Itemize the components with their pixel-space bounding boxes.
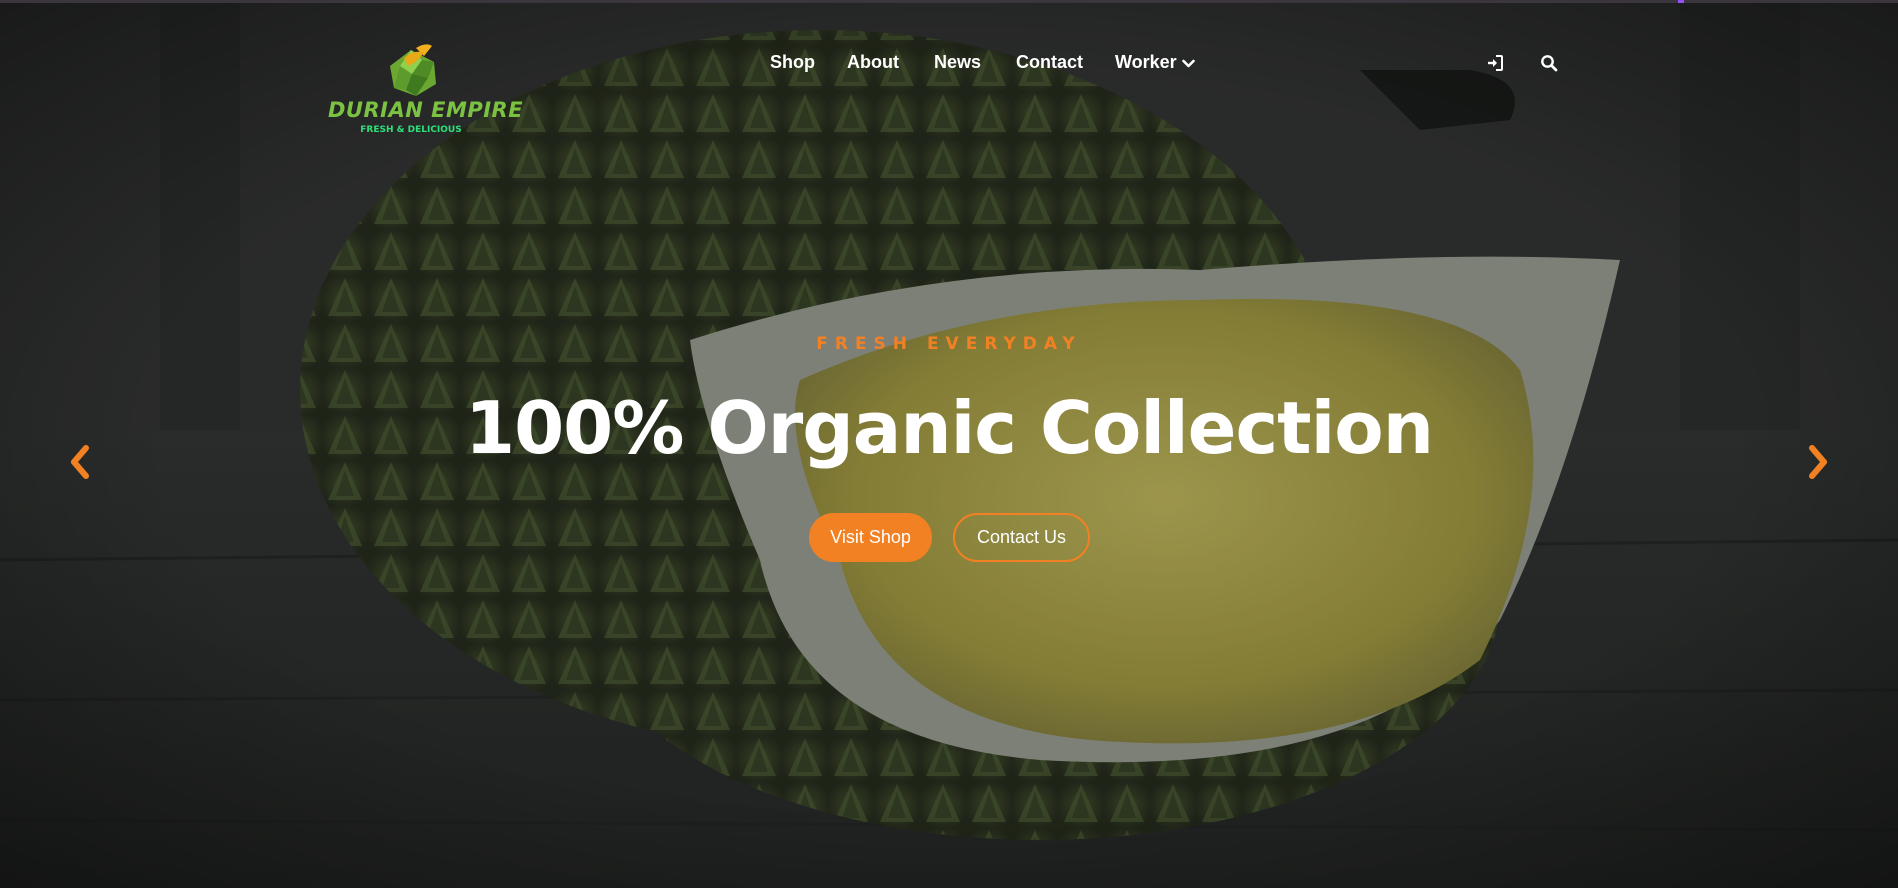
nav-shop[interactable]: Shop [770,52,815,73]
nav-worker-label: Worker [1115,52,1177,72]
top-border [0,0,1898,3]
nav-worker-dropdown[interactable]: Worker [1115,52,1195,74]
logo-tagline: FRESH & DELICIOUS [360,125,462,135]
hero-subtitle: FRESH EVERYDAY [816,334,1082,354]
search-icon[interactable] [1540,54,1558,72]
durian-logo-icon [390,44,436,96]
visit-shop-button[interactable]: Visit Shop [809,513,932,562]
nav-news[interactable]: News [934,52,981,73]
chevron-left-icon[interactable] [68,444,92,480]
chevron-right-icon[interactable] [1806,444,1830,480]
contact-us-button[interactable]: Contact Us [953,513,1090,562]
top-border-accent [1678,0,1684,3]
nav-about[interactable]: About [847,52,899,73]
site-logo[interactable]: DURIAN EMPIRE FRESH & DELICIOUS [326,40,524,140]
chevron-down-icon [1181,53,1195,74]
nav-contact[interactable]: Contact [1016,52,1083,73]
sign-in-icon[interactable] [1486,54,1504,72]
hero-title: 100% Organic Collection [464,386,1434,470]
logo-wordmark: DURIAN EMPIRE [328,98,524,122]
